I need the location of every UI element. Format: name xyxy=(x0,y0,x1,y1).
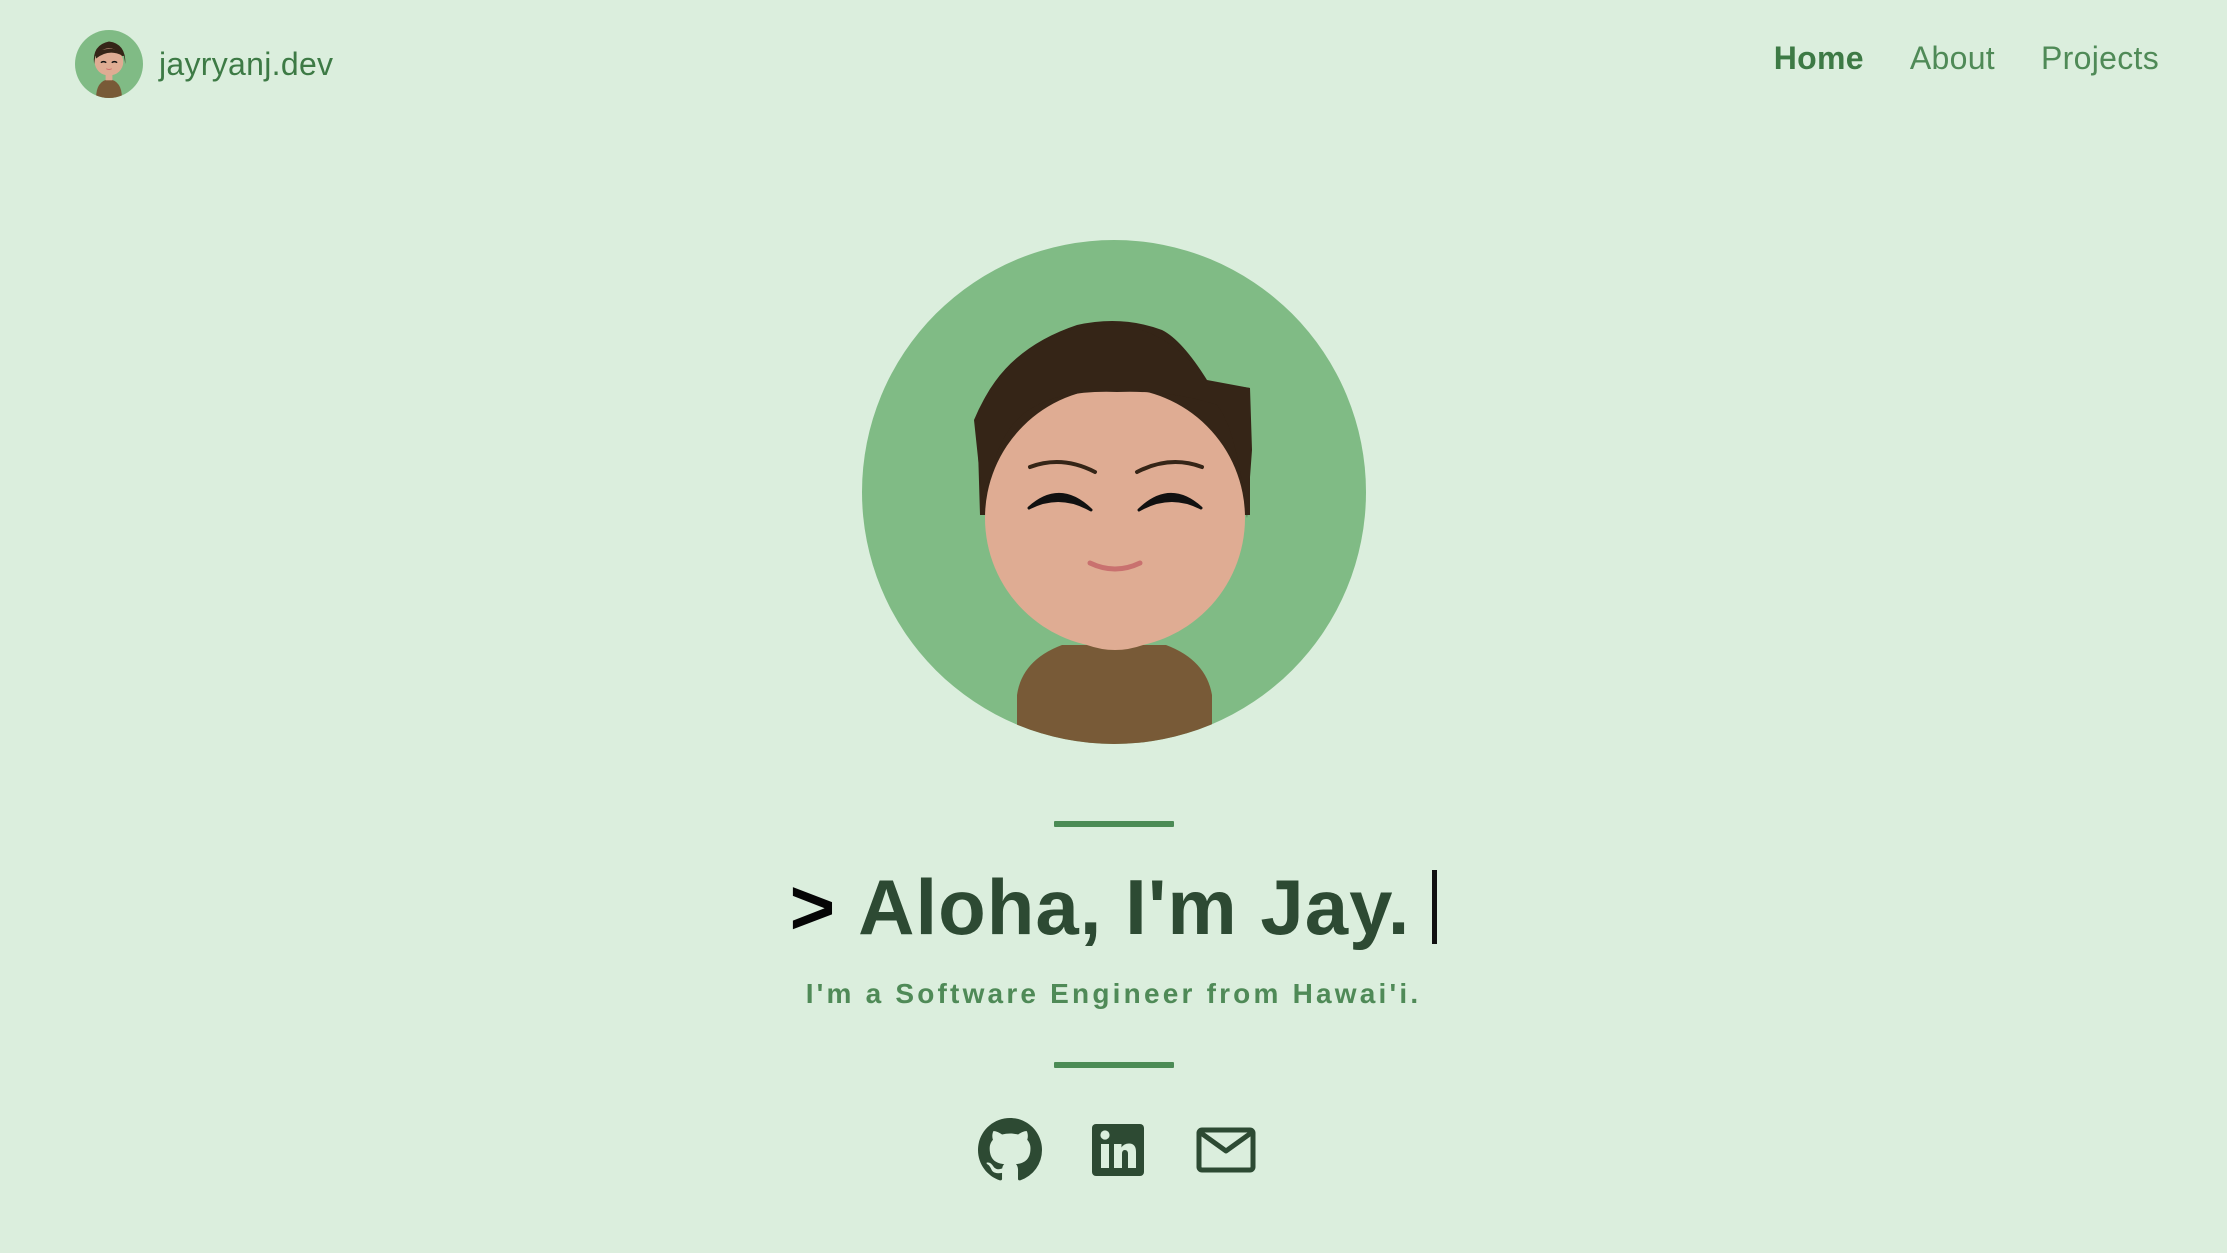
divider-top xyxy=(1054,821,1174,827)
hero-avatar xyxy=(862,240,1366,744)
github-link[interactable] xyxy=(978,1118,1042,1182)
email-link[interactable] xyxy=(1194,1118,1258,1182)
nav-home[interactable]: Home xyxy=(1774,40,1864,77)
divider-bottom xyxy=(1054,1062,1174,1068)
avatar xyxy=(75,30,143,98)
headline-text: Aloha, I'm Jay. xyxy=(858,863,1411,951)
mail-icon xyxy=(1196,1127,1256,1173)
hero-headline: > Aloha, I'm Jay. xyxy=(0,862,2227,953)
nav-projects[interactable]: Projects xyxy=(2041,40,2159,77)
linkedin-link[interactable] xyxy=(1086,1118,1150,1182)
brand-name: jayryanj.dev xyxy=(159,45,334,82)
linkedin-icon xyxy=(1092,1124,1144,1176)
github-icon xyxy=(978,1118,1042,1181)
typing-cursor xyxy=(1432,870,1438,944)
navbar: jayryanj.dev Home About Projects xyxy=(0,0,2227,130)
social-links xyxy=(978,1118,1258,1182)
main-nav: Home About Projects xyxy=(1774,40,2159,77)
nav-about[interactable]: About xyxy=(1910,40,1995,77)
brand-link[interactable]: jayryanj.dev xyxy=(75,30,333,98)
hero-subtitle: I'm a Software Engineer from Hawai'i. xyxy=(805,978,1422,1009)
prompt-symbol: > xyxy=(789,863,837,951)
